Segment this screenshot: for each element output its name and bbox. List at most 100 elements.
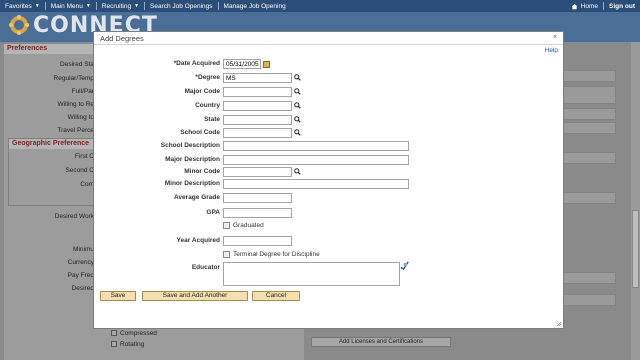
chevron-down-icon: ▼ [34, 3, 40, 9]
year-acquired-label: Year Acquired [176, 237, 220, 244]
search-icon[interactable] [294, 116, 301, 123]
state-label: State [204, 116, 220, 123]
graduated-checkbox[interactable] [223, 222, 230, 229]
bg-label: Second C [65, 167, 94, 174]
minor-description-input[interactable] [223, 179, 409, 189]
school-code-label: School Code [180, 129, 220, 136]
major-code-label: Major Code [184, 88, 220, 95]
school-description-input[interactable] [223, 141, 409, 151]
bg-label: Travel Perce [57, 127, 94, 134]
search-icon[interactable] [294, 129, 301, 136]
bg-label: Minimu [73, 246, 94, 253]
degree-input[interactable] [223, 73, 292, 83]
school-code-input[interactable] [223, 128, 292, 138]
bg-label: Willing to [67, 114, 94, 121]
country-input[interactable] [223, 101, 292, 111]
year-acquired-input[interactable] [223, 236, 292, 246]
search-icon[interactable] [294, 88, 301, 95]
date-acquired-label: *Date Acquired [173, 60, 220, 67]
bg-right-box [563, 122, 616, 134]
home-icon [571, 3, 577, 9]
search-icon[interactable] [294, 74, 301, 81]
country-label: Country [195, 102, 220, 109]
add-degrees-modal: Add Degrees × Help *Date Acquired *Degre… [93, 31, 564, 329]
manage-job-opening-label: Manage Job Opening [223, 2, 286, 10]
bg-label: First C [74, 153, 94, 160]
main-menu[interactable]: Main Menu ▼ [46, 0, 96, 12]
graduated-label: Graduated [233, 222, 264, 229]
date-acquired-input[interactable] [223, 59, 261, 69]
cancel-button[interactable]: Cancel [252, 291, 300, 301]
major-description-input[interactable] [223, 155, 409, 165]
degree-label: *Degree [195, 74, 220, 81]
spell-check-icon[interactable] [400, 261, 409, 270]
favorites-menu[interactable]: Favorites ▼ [0, 0, 45, 12]
terminal-degree-label: Terminal Degree for Discipline [233, 251, 320, 258]
bg-label: Full/Par [71, 88, 94, 95]
bg-label: Com [80, 181, 94, 188]
compressed-checkbox[interactable] [111, 330, 117, 336]
terminal-degree-checkbox[interactable] [223, 251, 230, 258]
home-label: Home [580, 2, 598, 10]
search-icon[interactable] [294, 168, 301, 175]
search-job-openings-label: Search Job Openings [150, 2, 213, 10]
state-input[interactable] [223, 115, 292, 125]
main-menu-label: Main Menu [50, 2, 83, 10]
modal-title-bar: Add Degrees × [94, 32, 563, 45]
bg-label: Regular/Temp [53, 75, 94, 82]
help-link[interactable]: Help [545, 47, 558, 54]
major-code-input[interactable] [223, 87, 292, 97]
close-icon[interactable]: × [551, 34, 559, 42]
favorites-label: Favorites [5, 2, 32, 10]
gpa-label: GPA [206, 209, 220, 216]
bg-label: Willing to Re [57, 101, 94, 108]
school-description-label: School Description [160, 142, 220, 149]
minor-code-input[interactable] [223, 167, 292, 177]
chevron-down-icon: ▼ [134, 3, 140, 9]
sign-out-label: Sign out [609, 2, 635, 10]
compressed-label: Compressed [120, 330, 157, 337]
sign-out-link[interactable]: Sign out [604, 0, 640, 12]
bg-right-box [563, 272, 616, 284]
search-icon[interactable] [294, 102, 301, 109]
rotating-checkbox[interactable] [111, 341, 117, 347]
save-and-add-another-button[interactable]: Save and Add Another [142, 291, 248, 301]
gpa-input[interactable] [223, 208, 292, 218]
bg-right-box [563, 70, 616, 82]
rotating-label: Rotating [120, 341, 145, 348]
resize-grip-icon[interactable] [556, 321, 562, 327]
chevron-down-icon: ▼ [85, 3, 91, 9]
recruiting-label: Recruiting [101, 2, 132, 10]
top-nav-bar: Favorites ▼ Main Menu ▼ Recruiting ▼ Search… [0, 0, 640, 12]
average-grade-label: Average Grade [173, 194, 220, 201]
bg-label: Desired [71, 285, 94, 292]
educator-label: Educator [191, 264, 220, 271]
bg-label: Desired Sta [60, 61, 94, 68]
educator-textarea[interactable] [223, 262, 400, 286]
bg-right-box [563, 192, 616, 204]
breadcrumb-manage-job-opening[interactable]: Manage Job Opening [219, 0, 291, 12]
page-scrollbar[interactable] [631, 42, 640, 360]
connect-logo-icon [9, 15, 29, 35]
average-grade-input[interactable] [223, 193, 292, 203]
scrollbar-thumb[interactable] [632, 210, 639, 288]
major-description-label: Major Description [165, 156, 220, 163]
bg-label: Pay Freq [67, 272, 94, 279]
breadcrumb-search-job-openings[interactable]: Search Job Openings [145, 0, 218, 12]
preferences-section-title: Preferences [4, 44, 98, 54]
save-button[interactable]: Save [100, 291, 136, 301]
calendar-icon[interactable] [263, 61, 270, 68]
bg-right-box [563, 294, 616, 306]
bg-right-box [563, 152, 616, 164]
bg-right-box [563, 108, 616, 120]
modal-title: Add Degrees [100, 34, 144, 43]
home-link[interactable]: Home [566, 0, 603, 12]
add-licenses-button[interactable]: Add Licenses and Certifications [311, 337, 451, 347]
geographic-preference-title: Geographic Preference [9, 139, 97, 149]
minor-description-label: Minor Description [164, 180, 220, 187]
bg-label: Currency [67, 259, 94, 266]
bg-right-box [563, 86, 616, 104]
bg-label: Desired Work [54, 213, 94, 220]
breadcrumb-recruiting[interactable]: Recruiting ▼ [97, 0, 144, 12]
minor-code-label: Minor Code [184, 168, 220, 175]
